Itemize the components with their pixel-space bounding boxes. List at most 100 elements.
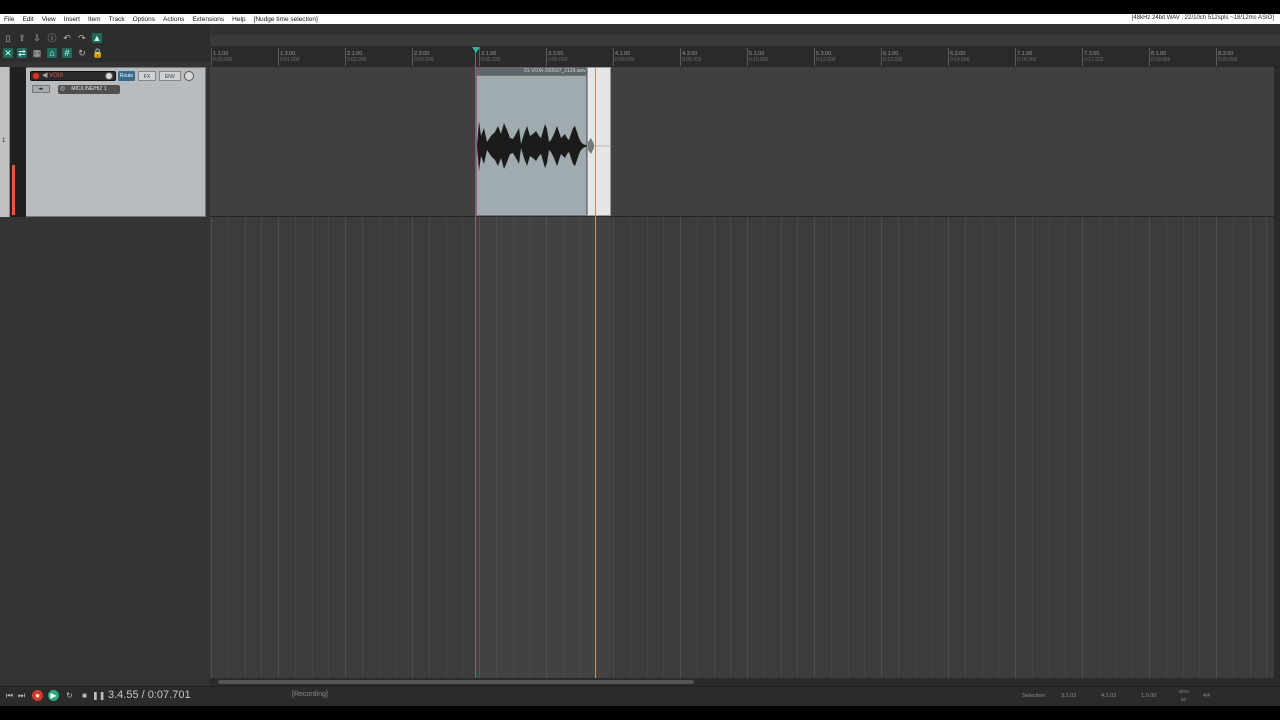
ruler-time-label: 0:20.000 [1218, 57, 1238, 63]
ruler-time-label: 0:08.000 [615, 57, 635, 63]
media-item-label[interactable]: 01-VOIX-200507_2129.wav [476, 67, 588, 75]
snap-icon[interactable]: ⌂ [47, 48, 57, 58]
route-button[interactable]: Route [118, 71, 135, 81]
ruler-time-label: 0:01.000 [280, 57, 300, 63]
transport-status: [Recording] [292, 691, 328, 698]
record-button[interactable]: ● [32, 690, 43, 701]
go-to-end-icon[interactable]: ⏭ [16, 690, 27, 701]
menu-help[interactable]: Help [228, 16, 249, 23]
menu-insert[interactable]: Insert [60, 16, 84, 23]
timeline-ruler[interactable] [210, 46, 1280, 68]
track-meter-level [12, 165, 15, 215]
save-project-icon[interactable]: ⇩ [32, 33, 42, 43]
audio-device-status[interactable]: [48kHz 24bit WAV : 22/10ch 512spls ~18/1… [1132, 15, 1274, 21]
selection-start[interactable]: 3.1.02 [1061, 693, 1076, 699]
ruler-time-label: 0:18.666 [1151, 57, 1171, 63]
horizontal-scrollbar-thumb[interactable] [218, 680, 694, 684]
edit-cursor-marker-icon[interactable] [472, 47, 480, 53]
menu-edit[interactable]: Edit [18, 16, 37, 23]
grid-lines-icon[interactable]: # [62, 48, 72, 58]
letterbox-bottom [0, 706, 1280, 720]
menu-actions[interactable]: Actions [159, 16, 188, 23]
lock-icon[interactable]: 🔒 [92, 48, 103, 58]
ruler-tick [680, 48, 681, 66]
input-mode-button[interactable]: ◂▸ [32, 85, 50, 93]
record-arm-button[interactable] [32, 72, 40, 80]
pan-knob[interactable] [184, 71, 194, 81]
position-display[interactable]: 3.4.55 / 0:07.701 [108, 689, 191, 701]
ruler-time-label: 0:02.000 [347, 57, 367, 63]
ruler-time-label: 0:06.000 [548, 57, 568, 63]
open-project-icon[interactable]: ⇪ [17, 33, 27, 43]
ripple-edit-icon[interactable]: ✕ [3, 48, 13, 58]
selection-end[interactable]: 4.1.02 [1101, 693, 1116, 699]
ruler-time-label: 0:05.333 [481, 57, 501, 63]
envelope-button[interactable]: ENV [159, 71, 181, 81]
bpm-value[interactable]: 90 [1181, 697, 1186, 702]
menu-file[interactable]: File [0, 16, 18, 23]
metronome-icon[interactable]: ▲ [92, 33, 102, 43]
menu-item[interactable]: Item [84, 16, 105, 23]
time-signature[interactable]: 4/4 [1203, 693, 1210, 699]
recording-item [587, 67, 612, 216]
ruler-region-lane[interactable] [210, 35, 1280, 46]
media-item[interactable] [476, 75, 588, 216]
record-input-selector[interactable]: MIC/LINE/HIZ 1 [58, 85, 120, 94]
waveform [477, 121, 588, 171]
ruler-tick [814, 48, 815, 66]
selection-length[interactable]: 1.0.00 [1141, 693, 1156, 699]
go-to-start-icon[interactable]: ⏮ [4, 690, 15, 701]
project-settings-icon[interactable]: ⓘ [47, 33, 57, 43]
undo-icon[interactable]: ↶ [62, 33, 72, 43]
ruler-time-label: 0:10.666 [749, 57, 769, 63]
ruler-time-label: 0:09.333 [682, 57, 702, 63]
recording-waveform [588, 138, 612, 154]
ruler-tick [1149, 48, 1150, 66]
transport-bar [0, 686, 1280, 706]
menu-bar: File Edit View Insert Item Track Options… [0, 14, 1280, 24]
vertical-scrollbar[interactable] [1274, 68, 1280, 678]
track-number: 1 [2, 138, 6, 144]
edit-cursor[interactable] [475, 50, 476, 678]
input-mic-icon: ◎ [59, 86, 66, 92]
menu-track[interactable]: Track [105, 16, 129, 23]
redo-icon[interactable]: ↷ [77, 33, 87, 43]
ruler-tick [948, 48, 949, 66]
menu-extensions[interactable]: Extensions [188, 16, 228, 23]
play-cursor [595, 67, 596, 678]
ruler-time-label: 0:03.000 [414, 57, 434, 63]
grid-icon[interactable]: ▦ [32, 48, 42, 58]
ruler-tick [747, 48, 748, 66]
time-selection [476, 216, 611, 678]
track-lane[interactable] [210, 67, 1274, 217]
ruler-time-label: 0:13.333 [883, 57, 903, 63]
volume-knob[interactable] [105, 72, 113, 80]
ruler-tick [1015, 48, 1016, 66]
letterbox-top [0, 0, 1280, 14]
ruler-tick [1082, 48, 1083, 66]
repeat-icon[interactable]: ↻ [64, 690, 75, 701]
ruler-tick [278, 48, 279, 66]
last-action-label: [Nudge time selection] [253, 15, 318, 23]
bpm-label: BPM [1179, 689, 1189, 694]
ruler-time-label: 0:12.000 [816, 57, 836, 63]
ruler-tick [412, 48, 413, 66]
menu-view[interactable]: View [38, 16, 60, 23]
ruler-time-label: 0:14.666 [950, 57, 970, 63]
ruler-tick [546, 48, 547, 66]
record-monitor-icon[interactable]: ◀ [42, 72, 47, 80]
ruler-time-label: 0:17.333 [1084, 57, 1104, 63]
ruler-tick [211, 48, 212, 66]
stop-button[interactable]: ■ [79, 690, 90, 701]
loop-icon[interactable]: ⇄ [17, 48, 27, 58]
ruler-time-label: 0:00.000 [213, 57, 233, 63]
play-button[interactable]: ▶ [48, 690, 59, 701]
auto-crossfade-icon[interactable]: ↻ [77, 48, 87, 58]
main-toolbar: ▯ ⇪ ⇩ ⓘ ↶ ↷ ▲ ✕ ⇄ ▦ ⌂ # ↻ 🔒 [0, 24, 210, 62]
menu-options[interactable]: Options [129, 16, 159, 23]
fx-button[interactable]: FX [138, 71, 156, 81]
ruler-tick [881, 48, 882, 66]
new-project-icon[interactable]: ▯ [3, 33, 13, 43]
ruler-tick [345, 48, 346, 66]
pause-button[interactable]: ❚❚ [92, 690, 105, 701]
